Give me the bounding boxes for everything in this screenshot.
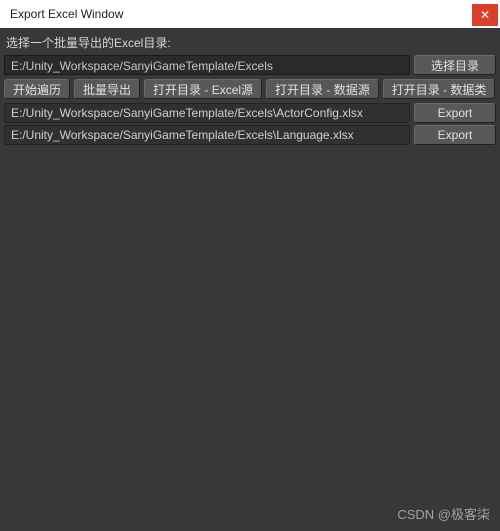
open-excel-source-button[interactable]: 打开目录 - Excel源	[144, 79, 262, 99]
watermark: CSDN @极客柒	[397, 504, 490, 523]
directory-path-field[interactable]: E:/Unity_Workspace/SanyiGameTemplate/Exc…	[4, 55, 410, 75]
file-path: E:/Unity_Workspace/SanyiGameTemplate/Exc…	[4, 125, 410, 145]
batch-export-button[interactable]: 批量导出	[74, 79, 140, 99]
select-directory-button[interactable]: 选择目录	[414, 55, 496, 75]
file-path: E:/Unity_Workspace/SanyiGameTemplate/Exc…	[4, 103, 410, 123]
export-button[interactable]: Export	[414, 103, 496, 123]
start-traverse-button[interactable]: 开始遍历	[4, 79, 70, 99]
close-icon: ✕	[480, 8, 490, 22]
file-row: E:/Unity_Workspace/SanyiGameTemplate/Exc…	[4, 125, 496, 145]
file-list: E:/Unity_Workspace/SanyiGameTemplate/Exc…	[4, 103, 496, 145]
window-title: Export Excel Window	[10, 7, 123, 21]
toolbar-row: 开始遍历 批量导出 打开目录 - Excel源 打开目录 - 数据源 打开目录 …	[4, 79, 496, 99]
export-button[interactable]: Export	[414, 125, 496, 145]
content-area: 选择一个批量导出的Excel目录: E:/Unity_Workspace/San…	[0, 28, 500, 151]
file-row: E:/Unity_Workspace/SanyiGameTemplate/Exc…	[4, 103, 496, 123]
path-row: E:/Unity_Workspace/SanyiGameTemplate/Exc…	[4, 55, 496, 75]
open-data-class-button[interactable]: 打开目录 - 数据类	[383, 79, 496, 99]
titlebar: Export Excel Window ✕	[0, 0, 500, 28]
open-data-source-button[interactable]: 打开目录 - 数据源	[266, 79, 379, 99]
choose-dir-label: 选择一个批量导出的Excel目录:	[4, 32, 496, 55]
close-button[interactable]: ✕	[472, 4, 498, 26]
